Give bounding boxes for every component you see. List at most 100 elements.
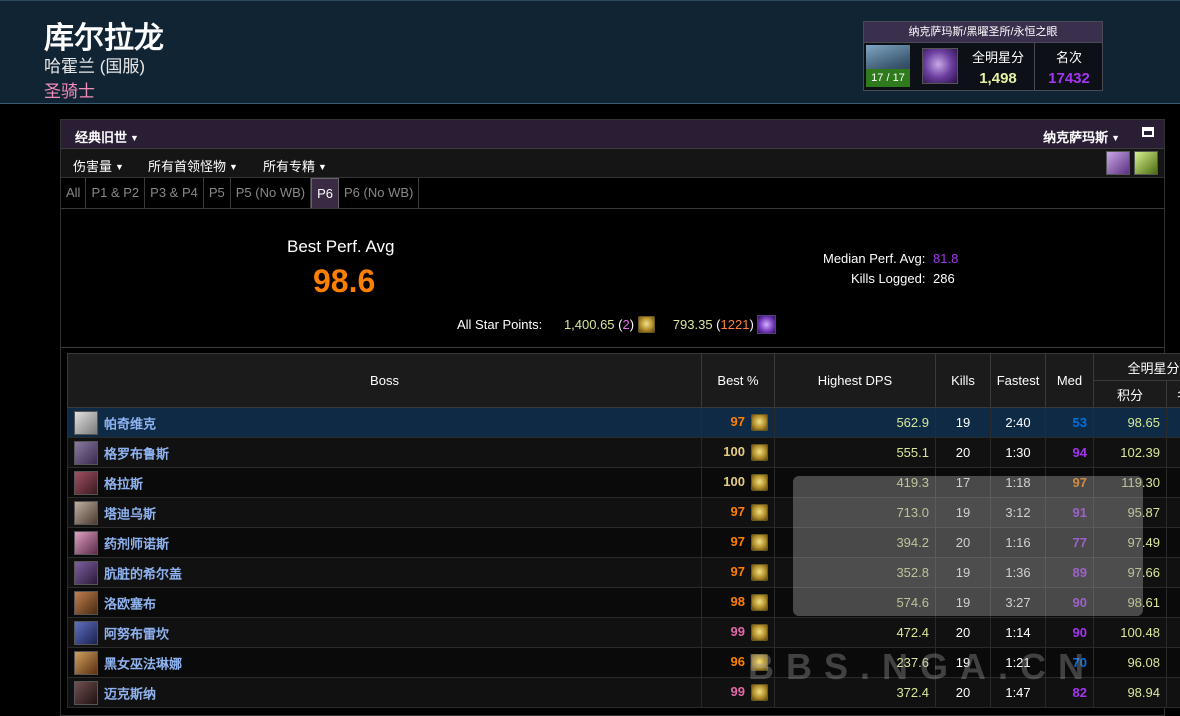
all-star-rank: 2 [1165,587,1180,618]
spec-icon [751,444,768,462]
dps-spec-icon [637,316,655,333]
kills: 20 [935,437,991,468]
boss-name[interactable]: 迈克斯纳 [104,686,156,701]
boss-portrait-icon [74,470,98,495]
fastest-kill: 1:14 [990,617,1046,648]
star-rank-dps: 2 [622,317,630,332]
all-star-rank: 18 [1165,647,1180,678]
boss-cell: 格拉斯 [67,467,702,498]
character-realm: 哈霍兰 (国服) [44,57,146,76]
median-perf-label: Median Perf. Avg: [823,251,926,266]
col-header-best[interactable]: Best % [701,353,775,408]
all-star-rank: 9 [1165,497,1180,528]
tab-p3-p4[interactable]: P3 & P4 [145,178,204,208]
spec-filter-dropdown[interactable]: 所有专精 ▼ [263,156,327,175]
all-star-rank: 1 [1165,437,1180,468]
key-icon[interactable] [1134,151,1158,175]
boss-name[interactable]: 肮脏的希尔盖 [104,566,182,581]
all-star-points-row: All Star Points: 1,400.65 (2) 793.35 (12… [457,315,777,334]
boss-portrait-icon [74,500,98,525]
all-star-rank: 3 [1165,617,1180,648]
table-row[interactable]: 帕奇维克 97 562.9 19 2:40 53 98.65 3 [67,407,1180,438]
best-percent-value: 97 [730,533,745,549]
col-header-med[interactable]: Med [1045,353,1094,408]
boss-cell: 黑女巫法琳娜 [67,647,702,678]
best-percent: 98 [701,587,775,618]
metric-dropdown-label: 伤害量 [73,159,113,174]
boss-name[interactable]: 阿努布雷坎 [104,626,169,641]
col-header-points[interactable]: 积分 [1093,380,1167,408]
zone-dropdown[interactable]: 纳克萨玛斯 ▼ [1043,127,1120,146]
boss-name[interactable]: 黑女巫法琳娜 [104,656,182,671]
median-perf-value: 81.8 [933,251,959,266]
best-percent-value: 97 [730,413,745,429]
all-star-points: 102.39 [1093,437,1167,468]
tab-p1-p2[interactable]: P1 & P2 [86,178,146,208]
boss-cell: 迈克斯纳 [67,677,702,708]
boss-name[interactable]: 格拉斯 [104,476,143,491]
star-points-label: All Star Points: [457,317,543,332]
raid-title[interactable]: 纳克萨玛斯/黑曜圣所/永恒之眼 [864,22,1102,43]
best-percent-value: 97 [730,503,745,519]
boss-name[interactable]: 格罗布鲁斯 [104,446,169,461]
boss-filter-dropdown[interactable]: 所有首领怪物 ▼ [148,156,238,175]
expansion-bar: 经典旧世 ▼ 纳克萨玛斯 ▼ [61,120,1164,149]
boss-name[interactable]: 塔迪乌斯 [104,506,156,521]
best-percent-value: 96 [730,653,745,669]
boss-name[interactable]: 药剂师诺斯 [104,536,169,551]
col-header-dps[interactable]: Highest DPS [774,353,936,408]
star-points-dps: 1,400.65 [563,317,615,332]
all-star-points: 96.08 [1093,647,1167,678]
raid-summary-box: 纳克萨玛斯/黑曜圣所/永恒之眼 17 / 17 全明星分 1,498 名次 17… [863,21,1103,91]
fastest-kill: 1:30 [990,437,1046,468]
filter-bar: 伤害量 ▼ 所有首领怪物 ▼ 所有专精 ▼ [61,149,1164,178]
boss-portrait-icon [74,590,98,615]
character-header: 库尔拉龙 哈霍兰 (国服) 圣骑士 纳克萨玛斯/黑曜圣所/永恒之眼 17 / 1… [0,0,1180,104]
boss-portrait-icon [74,530,98,555]
class-toggle-icon[interactable] [1106,151,1130,175]
raid-progress: 17 / 17 [866,69,910,87]
boss-cell: 塔迪乌斯 [67,497,702,528]
boss-cell: 药剂师诺斯 [67,527,702,558]
col-header-fastest[interactable]: Fastest [990,353,1046,408]
kills-logged-label: Kills Logged: [851,271,926,286]
spec-filter-label: 所有专精 [263,159,316,174]
col-header-kills[interactable]: Kills [935,353,991,408]
table-row[interactable]: 格罗布鲁斯 100 555.1 20 1:30 94 102.39 1 [67,437,1180,468]
col-header-rank[interactable]: 名次 [1165,380,1180,408]
boss-portrait-icon [74,650,98,675]
kills: 20 [935,617,991,648]
boss-name[interactable]: 洛欧塞布 [104,596,156,611]
rankings-panel: 经典旧世 ▼ 纳克萨玛斯 ▼ 伤害量 ▼ 所有首领怪物 ▼ 所有专精 ▼ All P1 &… [60,119,1180,716]
kills-logged-value: 286 [933,271,955,286]
character-name: 库尔拉龙 [44,22,164,55]
performance-summary: Best Perf. Avg 98.6 Median Perf. Avg: 81… [61,208,1164,348]
spec-icon [751,474,768,492]
tab-p5[interactable]: P5 [203,178,231,208]
median-percent: 53 [1045,407,1094,438]
best-percent: 97 [701,407,775,438]
boss-portrait-icon [74,680,98,705]
tab-all[interactable]: All [61,178,87,208]
expansion-dropdown[interactable]: 经典旧世 ▼ [75,127,139,146]
character-class[interactable]: 圣骑士 [44,77,95,102]
table-row[interactable]: 阿努布雷坎 99 472.4 20 1:14 90 100.48 3 [67,617,1180,648]
nga-logo-watermark [793,476,1143,616]
spec-icon [751,624,768,642]
metric-dropdown[interactable]: 伤害量 ▼ [73,156,124,175]
window-icon[interactable] [1142,127,1154,137]
rank-value: 17432 [1048,70,1090,87]
tab-p6[interactable]: P6 [311,178,340,208]
best-percent-value: 99 [730,683,745,699]
heal-spec-icon [757,315,777,334]
best-percent-value: 98 [730,593,745,609]
tab-p5-no-wb[interactable]: P5 (No WB) [230,178,312,208]
best-percent-value: 97 [730,563,745,579]
tab-p6-no-wb[interactable]: P6 (No WB) [339,178,420,208]
boss-name[interactable]: 帕奇维克 [104,416,156,431]
col-header-boss[interactable]: Boss [67,353,702,408]
spec-icon [751,564,768,582]
all-star-rank: 1 [1165,467,1180,498]
expansion-dropdown-label: 经典旧世 [75,130,128,145]
boss-portrait-icon [74,620,98,645]
